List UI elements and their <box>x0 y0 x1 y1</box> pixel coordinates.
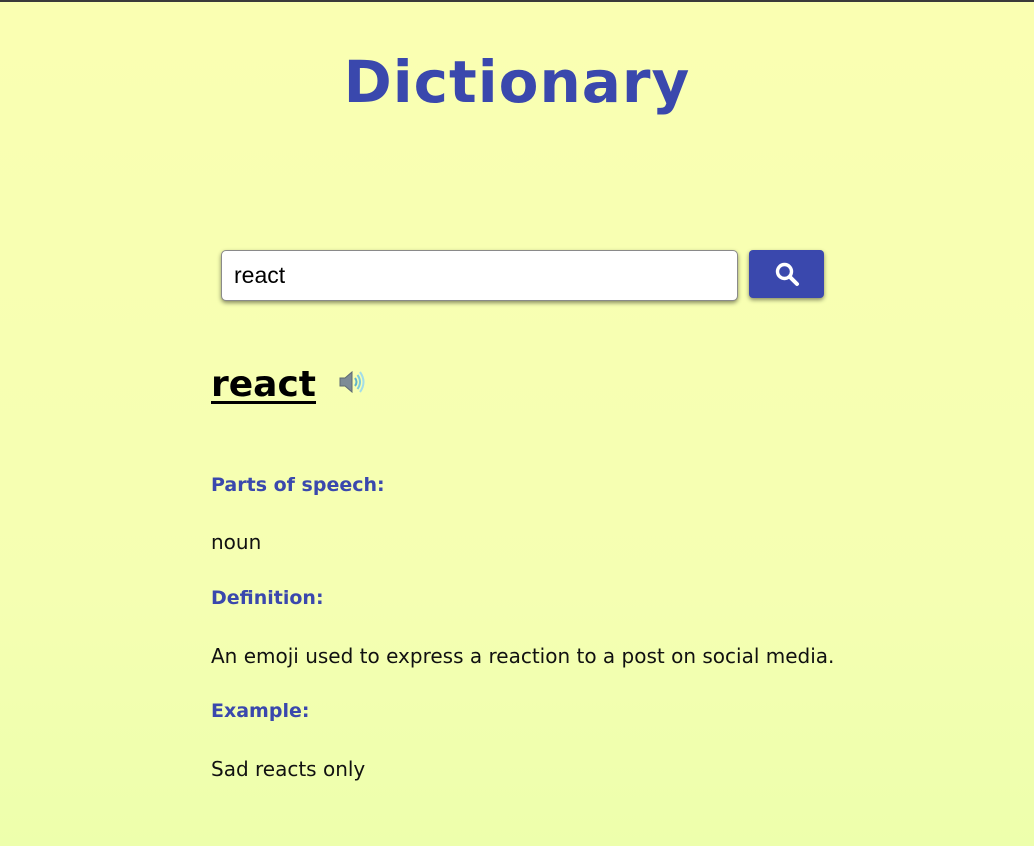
parts-of-speech-value: noun <box>211 530 262 554</box>
parts-of-speech-label: Parts of speech: <box>211 474 385 496</box>
search-button[interactable] <box>749 250 824 298</box>
example-label: Example: <box>211 700 310 722</box>
speaker-icon[interactable] <box>336 367 366 397</box>
example-value: Sad reacts only <box>211 757 366 781</box>
search-icon <box>775 262 799 286</box>
result-word: react <box>211 364 317 405</box>
search-form <box>221 250 825 304</box>
search-input[interactable] <box>221 250 738 301</box>
page-title: Dictionary <box>343 48 691 116</box>
definition-value: An emoji used to express a reaction to a… <box>211 644 835 668</box>
definition-label: Definition: <box>211 587 324 609</box>
word-heading-row: react <box>211 357 911 417</box>
result-section: react Parts of speech: noun Definition: … <box>211 357 911 781</box>
